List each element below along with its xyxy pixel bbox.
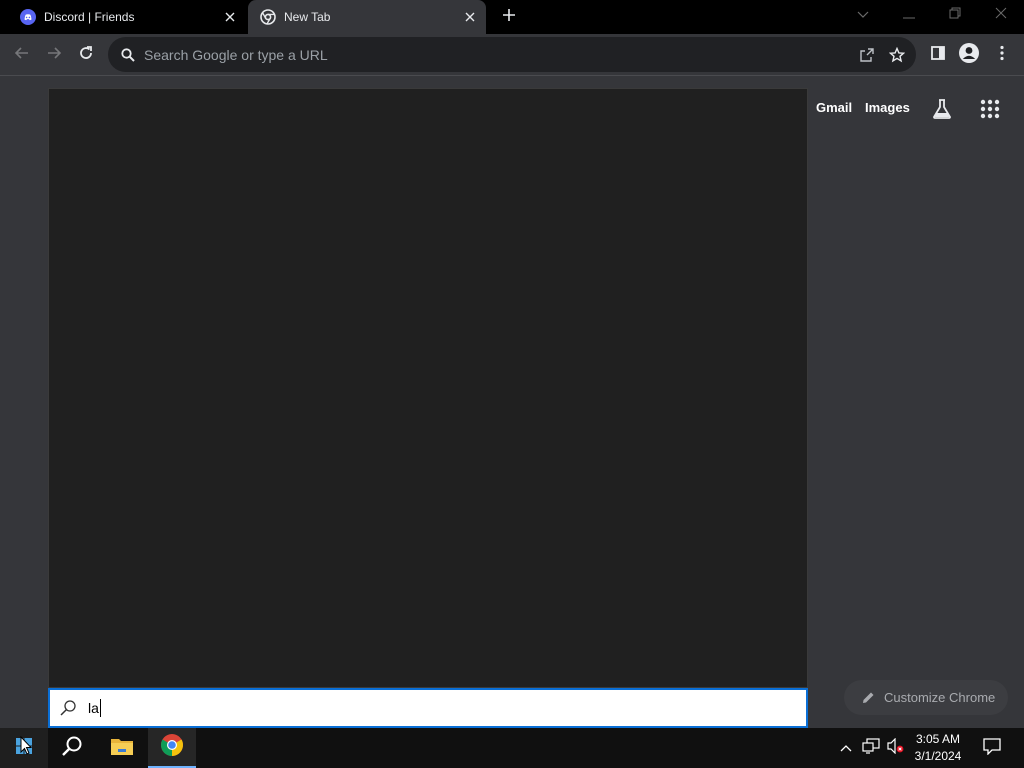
arrow-left-icon (14, 45, 30, 66)
chevron-up-icon (840, 739, 852, 757)
bookmark-star-icon[interactable] (886, 44, 908, 66)
arrow-right-icon (46, 45, 62, 66)
search-query-text: la (88, 700, 99, 716)
show-hidden-icons-button[interactable] (836, 728, 856, 768)
action-center-button[interactable] (978, 728, 1006, 768)
volume-muted-icon (886, 737, 904, 759)
tab-discord[interactable]: Discord | Friends (8, 0, 246, 34)
notification-icon (983, 737, 1001, 760)
browser-toolbar: Search Google or type a URL (0, 34, 1024, 76)
clock-button[interactable]: 3:05 AM 3/1/2024 (912, 731, 964, 765)
customize-chrome-label: Customize Chrome (884, 690, 996, 705)
images-link[interactable]: Images (865, 100, 910, 115)
tab-label: Discord | Friends (44, 10, 135, 24)
network-icon (862, 737, 880, 759)
clock-date: 3/1/2024 (914, 749, 962, 763)
kebab-menu-icon (1000, 45, 1004, 66)
windows-taskbar: 3:05 AM 3/1/2024 (0, 728, 1024, 768)
chrome-icon (260, 9, 276, 25)
close-tab-icon[interactable] (460, 7, 480, 27)
close-tab-icon[interactable] (220, 7, 240, 27)
volume-button[interactable] (884, 728, 906, 768)
search-icon (61, 735, 83, 762)
profile-avatar-icon (958, 42, 980, 69)
side-panel-icon (930, 45, 946, 66)
customize-chrome-button[interactable]: Customize Chrome (844, 680, 1008, 715)
side-panel-button[interactable] (926, 43, 950, 67)
chrome-icon (160, 733, 184, 762)
tab-label: New Tab (284, 10, 331, 24)
reload-icon (78, 45, 94, 66)
windows-search-input[interactable]: la (48, 688, 808, 728)
network-button[interactable] (860, 728, 882, 768)
address-placeholder: Search Google or type a URL (144, 46, 328, 63)
taskbar-search-button[interactable] (48, 728, 96, 768)
mouse-cursor-icon (20, 735, 33, 761)
tab-new-tab[interactable]: New Tab (248, 0, 486, 34)
google-apps-icon[interactable] (978, 97, 1002, 121)
share-icon[interactable] (856, 44, 878, 66)
profile-button[interactable] (957, 42, 981, 69)
chevron-down-icon (857, 6, 869, 24)
new-tab-button[interactable] (498, 6, 520, 28)
back-button[interactable] (10, 43, 34, 67)
minimize-button[interactable] (896, 4, 922, 26)
forward-button[interactable] (42, 43, 66, 67)
search-icon (120, 47, 136, 63)
discord-icon (20, 9, 36, 25)
menu-button[interactable] (990, 43, 1014, 67)
folder-icon (110, 736, 134, 761)
chrome-taskbar-button[interactable] (148, 728, 196, 768)
close-window-button[interactable] (988, 4, 1014, 26)
file-explorer-button[interactable] (98, 728, 146, 768)
close-icon (995, 6, 1007, 24)
pencil-icon (860, 690, 876, 706)
gmail-link[interactable]: Gmail (816, 100, 852, 115)
address-bar[interactable]: Search Google or type a URL (108, 37, 916, 72)
restore-icon (949, 6, 961, 24)
search-icon (58, 698, 78, 718)
tab-strip: Discord | Friends New Tab (0, 0, 1024, 34)
clock-time: 3:05 AM (915, 732, 961, 746)
plus-icon (502, 8, 516, 27)
labs-flask-icon[interactable] (930, 97, 954, 121)
tab-search-button[interactable] (850, 4, 876, 26)
windows-search-panel (48, 88, 808, 688)
minimize-icon (903, 6, 915, 24)
restore-button[interactable] (942, 4, 968, 26)
text-caret (99, 699, 101, 717)
reload-button[interactable] (74, 43, 98, 67)
